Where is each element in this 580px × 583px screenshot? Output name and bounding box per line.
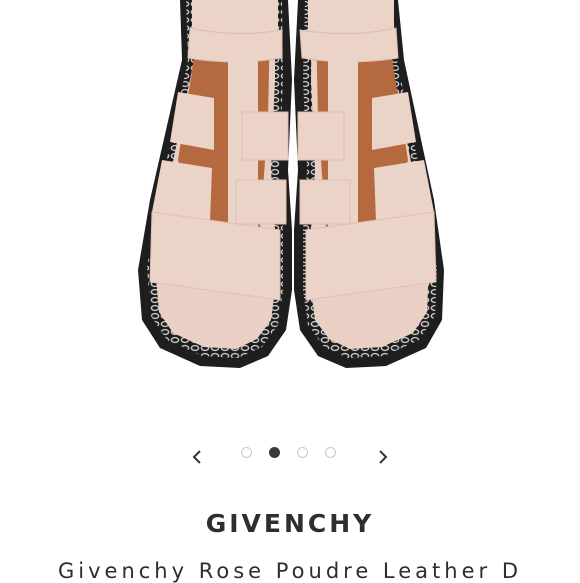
carousel-dot-2-active[interactable] xyxy=(269,447,280,458)
right-sandal xyxy=(294,0,444,368)
product-image xyxy=(138,0,444,368)
product-image-gallery[interactable] xyxy=(0,0,580,430)
brand-name[interactable]: GIVENCHY xyxy=(0,509,580,538)
carousel-dot-3[interactable] xyxy=(297,447,308,458)
product-title: Givenchy Rose Poudre Leather D xyxy=(58,559,522,583)
carousel-dot-1[interactable] xyxy=(241,447,252,458)
carousel-dots xyxy=(241,447,353,459)
left-sandal xyxy=(138,0,292,368)
chevron-left-icon xyxy=(192,450,201,464)
previous-image-button[interactable] xyxy=(182,436,212,470)
carousel-navigation xyxy=(0,436,580,470)
carousel-dot-4[interactable] xyxy=(325,447,336,458)
next-image-button[interactable] xyxy=(368,436,398,470)
chevron-right-icon xyxy=(379,450,388,464)
